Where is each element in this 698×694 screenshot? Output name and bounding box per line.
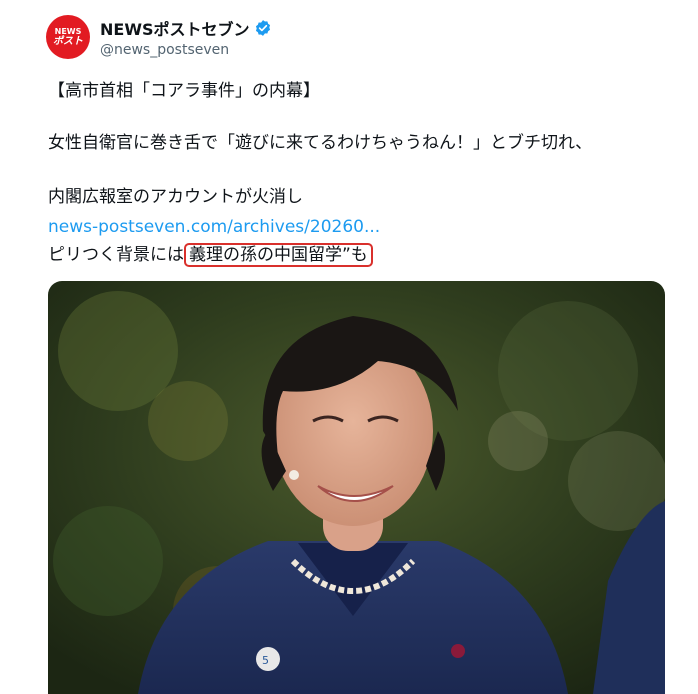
display-name[interactable]: NEWSポストセブン (100, 16, 250, 40)
name-row: NEWSポストセブン (100, 16, 272, 40)
tweet-photo[interactable]: 5 (48, 281, 665, 694)
highlighted-phrase: 義理の孫の中国留学”も (184, 243, 373, 267)
photo-badge-pin: 5 (262, 654, 269, 667)
tweet-line-2: 女性自衛官に巻き舌で「遊びに来てるわけちゃうねん！」とブチ切れ、 (48, 133, 593, 153)
tweet-line-title: 【高市首相「コアラ事件」の内幕】 (48, 81, 320, 101)
tweet-card: NEWS ポスト NEWSポストセブン @news_postseven 【高市首… (0, 0, 698, 694)
verified-badge-icon (255, 20, 270, 36)
tweet-link[interactable]: news-postseven.com/archives/20260... (48, 216, 380, 238)
avatar[interactable]: NEWS ポスト (46, 15, 90, 59)
account-handle[interactable]: @news_postseven (100, 42, 272, 58)
tweet-line-3: 内閣広報室のアカウントが火消し (48, 187, 303, 207)
avatar-logo-top: NEWS (54, 26, 82, 36)
account-names: NEWSポストセブン @news_postseven (100, 16, 272, 58)
tweet-line-5-prefix: ピリつく背景には (48, 245, 184, 265)
photo-of-woman: 5 (48, 281, 665, 694)
tweet-header: NEWS ポスト NEWSポストセブン @news_postseven (46, 14, 272, 60)
avatar-logo-bottom: ポスト (53, 35, 83, 47)
tweet-line-5: ピリつく背景には 義理の孫の中国留学”も (48, 243, 373, 267)
